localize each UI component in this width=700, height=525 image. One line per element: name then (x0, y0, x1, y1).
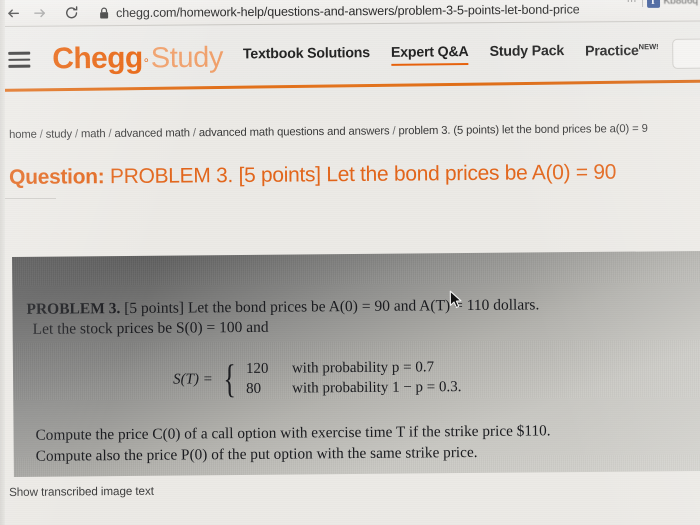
new-badge: NEW! (638, 42, 659, 52)
breadcrumb-item-math[interactable]: math (81, 128, 106, 140)
breadcrumb-separator: / (192, 127, 196, 140)
show-transcribed-image-text-link[interactable]: Show transcribed image text (9, 485, 154, 499)
breadcrumb-separator: / (392, 125, 396, 138)
breadcrumb-item-study[interactable]: study (46, 128, 72, 140)
site-header: Chegg ° Study Textbook Solutions Expert … (0, 25, 700, 88)
piecewise-value: 120 (245, 360, 269, 377)
piecewise-condition: with probability 1 − p = 0.3. (292, 379, 462, 397)
facebook-icon[interactable]: f (646, 0, 660, 8)
question-label: Question: (9, 165, 105, 189)
piecewise-condition: with probability p = 0.7 (291, 359, 435, 377)
nav-label: Expert Q&A (390, 44, 469, 62)
nav-item-textbook-solutions[interactable]: Textbook Solutions (243, 46, 370, 68)
chegg-study-logo[interactable]: Chegg ° Study (52, 41, 223, 77)
search-input[interactable] (672, 38, 700, 69)
page-content: home / study / math / advanced math / ad… (0, 96, 700, 525)
url-bar-text[interactable]: chegg.com/homework-help/questions-and-an… (116, 2, 580, 20)
nav-item-practice[interactable]: PracticeNEW! (585, 42, 659, 65)
question-text: PROBLEM 3. [5 points] Let the bond price… (109, 160, 617, 189)
brand-mark: ° (143, 55, 149, 71)
divider (0, 198, 56, 199)
tab-title[interactable]: Kb8u6q (663, 0, 698, 6)
breadcrumb-item-current: problem 3. (5 points) let the bond price… (398, 122, 648, 138)
nav-item-expert-qa[interactable]: Expert Q&A (391, 45, 469, 67)
problem-line-1-rest: [5 points] Let the bond prices be A(0) =… (124, 296, 540, 318)
piecewise-row: 120 with probability p = 0.7 (246, 359, 462, 378)
problem-line-5: Compute the price C(0) of a call option … (35, 422, 551, 444)
forward-arrow-icon[interactable] (26, 2, 52, 24)
problem-line-2: Let the stock prices be S(0) = 100 and (32, 318, 269, 338)
breadcrumb-item-advanced-math[interactable]: advanced math (114, 127, 189, 140)
hamburger-menu-icon[interactable] (8, 51, 31, 68)
breadcrumb: home / study / math / advanced math / ad… (9, 122, 700, 141)
overflow-dots-icon[interactable]: ⋯ (627, 0, 638, 7)
screen-bezel (0, 0, 5, 525)
equation-lhs: S(T) = (173, 371, 213, 388)
piecewise-equation: S(T) = { 120 with probability p = 0.7 80… (173, 356, 462, 402)
breadcrumb-separator: / (108, 128, 112, 141)
breadcrumb-separator: / (39, 128, 43, 141)
reload-icon[interactable] (58, 2, 84, 24)
brand-name-study: Study (150, 41, 224, 75)
piecewise-row: 80 with probability 1 − p = 0.3. (246, 379, 462, 398)
mouse-pointer-icon (449, 290, 462, 309)
transcribed-problem-image: PROBLEM 3. [5 points] Let the bond price… (12, 250, 700, 477)
nav-label: Study Pack (489, 43, 565, 61)
nav-item-study-pack[interactable]: Study Pack (489, 44, 564, 66)
breadcrumb-item-home[interactable]: home (9, 129, 37, 141)
nav-label: Practice (584, 43, 639, 60)
divider (641, 0, 643, 7)
page-title: Question: PROBLEM 3. [5 points] Let the … (9, 160, 700, 190)
screen-photo: chegg.com/homework-help/questions-and-an… (0, 0, 700, 525)
left-brace: { (222, 356, 236, 402)
nav-label: Textbook Solutions (242, 45, 371, 63)
brand-name-chegg: Chegg (52, 41, 143, 76)
breadcrumb-separator: / (74, 128, 79, 141)
problem-line-6: Compute also the price P(0) of the put o… (35, 443, 478, 465)
primary-navigation: Textbook Solutions Expert Q&A Study Pack… (243, 42, 659, 68)
piecewise-value: 80 (246, 380, 262, 397)
problem-heading: PROBLEM 3. (26, 300, 121, 318)
tab-strip-corner: ⋯ f Kb8u6q (626, 0, 700, 9)
lock-icon (98, 6, 109, 19)
breadcrumb-item-advanced-math-qa[interactable]: advanced math questions and answers (199, 125, 390, 139)
